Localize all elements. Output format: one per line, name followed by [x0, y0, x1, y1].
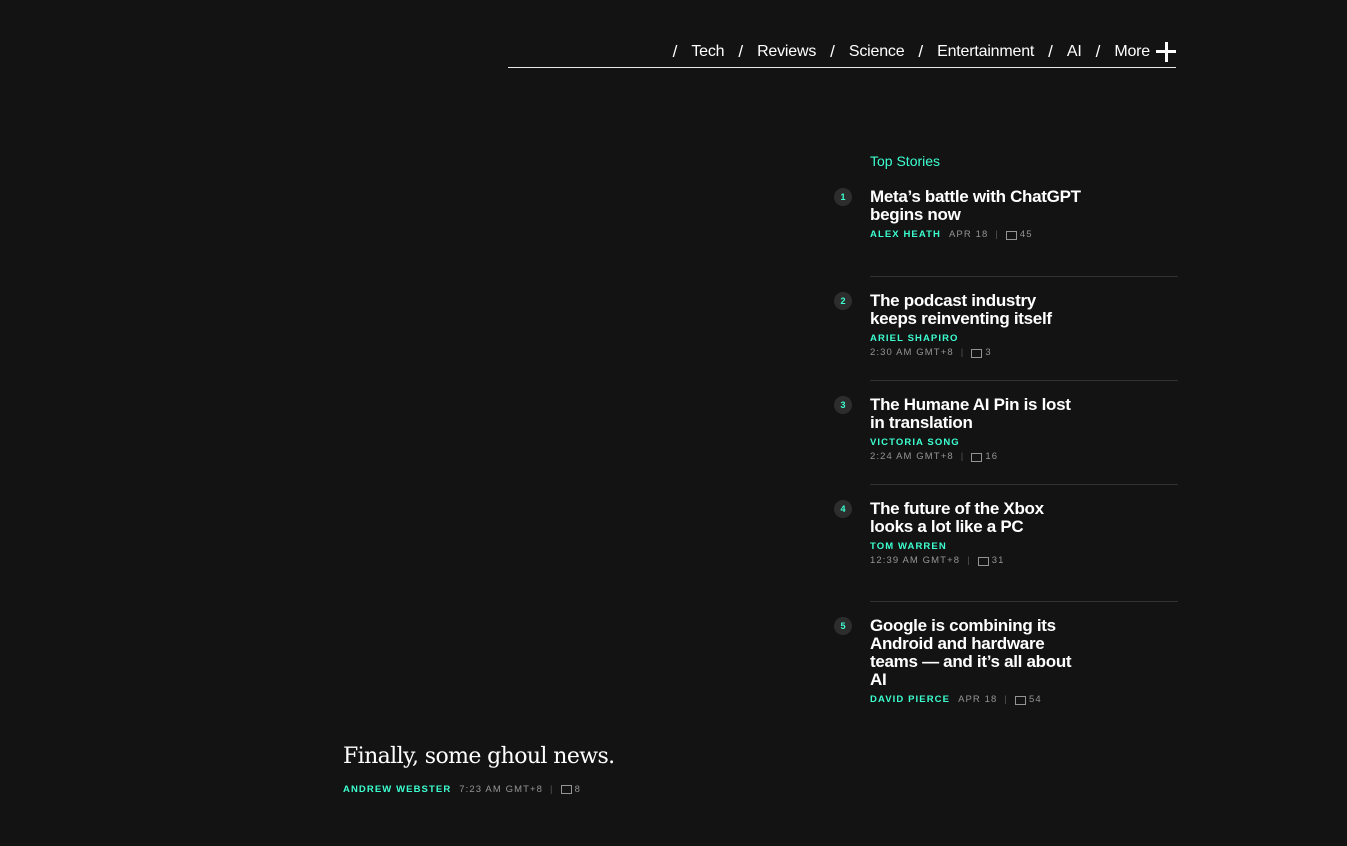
story-time-group: APR 18 | 54	[958, 693, 1042, 707]
nav-item-entertainment: / Entertainment	[904, 42, 1034, 62]
divider: |	[550, 784, 554, 795]
story-comment-count[interactable]: 45	[1020, 228, 1033, 242]
top-stories-heading: Top Stories	[870, 153, 941, 169]
story-time-group: APR 18 | 45	[949, 228, 1033, 242]
story-title[interactable]: The Humane AI Pin is lost in translation	[870, 396, 1085, 432]
story-item: 3 The Humane AI Pin is lost in translati…	[834, 396, 1178, 464]
story-author[interactable]: ARIEL SHAPIRO	[870, 332, 959, 346]
nav-separator: /	[1095, 41, 1101, 61]
comment-icon[interactable]	[971, 452, 983, 462]
story-time: 12:39 AM GMT+8	[870, 555, 961, 566]
story-time-group: 2:30 AM GMT+8 | 3	[870, 346, 992, 360]
rank-badge: 5	[834, 617, 852, 635]
comment-icon[interactable]	[1014, 695, 1026, 705]
nav-item-reviews: / Reviews	[724, 42, 816, 62]
story-time: 2:24 AM GMT+8	[870, 451, 954, 462]
nav-separator: /	[738, 41, 744, 61]
story-item: 1 Meta’s battle with ChatGPT begins now …	[834, 188, 1178, 242]
story-title[interactable]: Google is combining its Android and hard…	[870, 617, 1085, 689]
feature-comment-count[interactable]: 8	[575, 784, 581, 795]
divider: |	[1004, 694, 1008, 705]
nav-link-science[interactable]: Science	[849, 43, 905, 61]
rank-badge: 3	[834, 396, 852, 414]
comment-icon[interactable]	[1005, 230, 1017, 240]
comment-icon[interactable]	[971, 348, 983, 358]
nav-separator: /	[918, 41, 924, 61]
feature-meta: ANDREW WEBSTER 7:23 AM GMT+8 | 8	[343, 784, 581, 795]
nav-item-more: / More	[1082, 41, 1176, 62]
story-time-group: 2:24 AM GMT+8 | 16	[870, 450, 998, 464]
rank-badge: 2	[834, 292, 852, 310]
story-meta: VICTORIA SONG 2:24 AM GMT+8 | 16	[870, 436, 1082, 464]
story-comment-count[interactable]: 31	[992, 554, 1005, 568]
divider: |	[995, 229, 999, 240]
story-title[interactable]: The podcast industry keeps reinventing i…	[870, 292, 1085, 328]
story-meta: TOM WARREN 12:39 AM GMT+8 | 31	[870, 540, 1082, 568]
nav-separator: /	[1048, 41, 1053, 61]
story-item: 5 Google is combining its Android and ha…	[834, 617, 1178, 707]
story-meta: ALEX HEATH APR 18 | 45	[870, 228, 1082, 242]
story-author[interactable]: TOM WARREN	[870, 540, 947, 554]
story-comment-count[interactable]: 3	[985, 346, 991, 360]
story-divider	[870, 276, 1178, 277]
story-item: 2 The podcast industry keeps reinventing…	[834, 292, 1178, 360]
divider: |	[960, 347, 965, 358]
story-comment-count[interactable]: 16	[985, 450, 998, 464]
story-time: APR 18	[958, 694, 998, 705]
feature-author[interactable]: ANDREW WEBSTER	[343, 784, 451, 795]
nav-link-tech[interactable]: Tech	[691, 43, 724, 61]
plus-icon[interactable]	[1156, 41, 1176, 62]
feature-time-group: 7:23 AM GMT+8 | 8	[459, 784, 581, 795]
story-time-group: 12:39 AM GMT+8 | 31	[870, 554, 1004, 568]
story-author[interactable]: ALEX HEATH	[870, 228, 941, 242]
feature-headline[interactable]: Finally, some ghoul news.	[343, 744, 615, 769]
main-nav: / Tech / Reviews / Science / Entertainment /…	[508, 36, 1176, 68]
story-comment-count[interactable]: 54	[1029, 693, 1042, 707]
story-author[interactable]: VICTORIA SONG	[870, 436, 960, 450]
story-divider	[870, 601, 1178, 602]
nav-link-entertainment[interactable]: Entertainment	[937, 43, 1034, 61]
rank-badge: 1	[834, 188, 852, 206]
story-item: 4 The future of the Xbox looks a lot lik…	[834, 500, 1178, 568]
story-meta: ARIEL SHAPIRO 2:30 AM GMT+8 | 3	[870, 332, 1082, 360]
story-meta: DAVID PIERCE APR 18 | 54	[870, 693, 1082, 707]
nav-separator: /	[830, 41, 835, 61]
nav-item-science: / Science	[816, 42, 904, 62]
nav-item-tech: / Tech	[659, 42, 725, 62]
nav-link-ai[interactable]: AI	[1067, 43, 1082, 61]
comment-icon[interactable]	[560, 785, 572, 794]
nav-link-reviews[interactable]: Reviews	[757, 43, 816, 61]
story-title[interactable]: The future of the Xbox looks a lot like …	[870, 500, 1085, 536]
feature-time: 7:23 AM GMT+8	[459, 784, 544, 795]
story-author[interactable]: DAVID PIERCE	[870, 693, 950, 707]
story-divider	[870, 484, 1178, 485]
divider: |	[967, 555, 971, 566]
nav-link-more[interactable]: More	[1114, 43, 1150, 61]
story-title[interactable]: Meta’s battle with ChatGPT begins now	[870, 188, 1085, 224]
story-time: APR 18	[949, 229, 989, 240]
rank-badge: 4	[834, 500, 852, 518]
comment-icon[interactable]	[977, 556, 989, 566]
nav-separator: /	[672, 41, 678, 61]
nav-item-ai: / AI	[1034, 41, 1082, 62]
story-time: 2:30 AM GMT+8	[870, 347, 954, 358]
story-divider	[870, 380, 1178, 381]
divider: |	[960, 451, 965, 462]
